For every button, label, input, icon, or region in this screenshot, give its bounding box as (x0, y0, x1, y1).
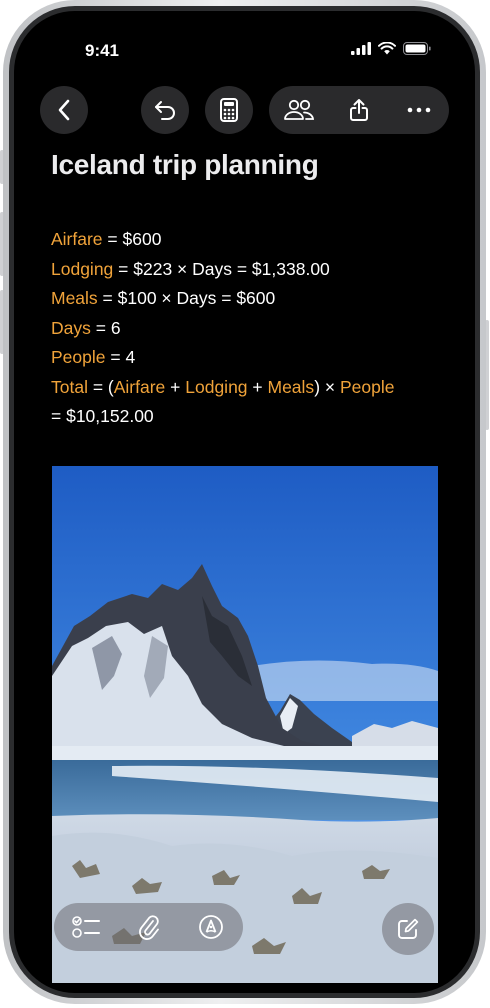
variable-people: People (51, 347, 106, 367)
expression-people: = 4 (105, 347, 136, 367)
total-text-2: + (165, 376, 186, 397)
battery-icon (403, 42, 431, 55)
calculator-button[interactable] (205, 86, 253, 134)
expression-airfare: = $600 (102, 229, 162, 249)
attachment-button[interactable] (124, 903, 174, 951)
compose-icon (398, 918, 419, 939)
total-text-4: ) × (314, 376, 340, 397)
checklist-button[interactable] (62, 903, 112, 951)
ellipsis-icon (407, 107, 431, 113)
total-ref-airfare: Airfare (113, 376, 166, 397)
calculator-icon (220, 98, 238, 122)
calc-line-meals: Meals = $100 × Days = $600 (51, 284, 394, 314)
undo-button[interactable] (141, 86, 189, 134)
share-button[interactable] (331, 86, 387, 134)
variable-airfare: Airfare (51, 229, 103, 249)
note-actions-pill (269, 86, 449, 134)
status-icons (351, 42, 431, 55)
variable-lodging: Lodging (51, 258, 114, 279)
total-text-3: + (247, 376, 268, 397)
expression-days: = 6 (90, 317, 121, 338)
expression-lodging: = $223 × Days = $1,338.00 (113, 258, 330, 279)
variable-total: Total (51, 376, 88, 397)
calc-line-people: People = 4 (51, 343, 394, 373)
collaborate-button[interactable] (271, 86, 327, 134)
pen-tip-icon (199, 915, 223, 939)
total-text-1: = ( (87, 376, 114, 397)
share-icon (350, 99, 368, 121)
people-icon (284, 99, 314, 120)
calc-line-total: Total = (Airfare + Lodging + Meals) × Pe… (51, 373, 394, 403)
status-time: 9:41 (84, 41, 120, 60)
variable-days: Days (51, 317, 91, 338)
phone-screen: 9:41 Iceland trip planning Airfare = $60… (14, 11, 475, 993)
calc-result-total: = $10,152.00 (51, 406, 154, 426)
calc-line-lodging: Lodging = $223 × Days = $1,338.00 (51, 255, 394, 285)
checklist-icon (72, 916, 100, 938)
note-title: Iceland trip planning (51, 149, 319, 180)
back-button[interactable] (40, 86, 88, 134)
wifi-icon (378, 42, 396, 55)
math-notes-block[interactable]: Airfare = $600 Lodging = $223 × Days = $… (51, 225, 394, 432)
calc-line-days: Days = 6 (51, 314, 394, 344)
markup-button[interactable] (186, 903, 236, 951)
new-note-button[interactable] (382, 903, 434, 955)
bottom-tools-pill (54, 903, 243, 951)
undo-icon (155, 101, 175, 120)
more-button[interactable] (391, 86, 447, 134)
calc-line-airfare: Airfare = $600 (51, 225, 394, 255)
variable-meals: Meals (51, 288, 98, 308)
paperclip-icon (139, 915, 159, 940)
total-ref-people: People (339, 376, 395, 397)
cellular-signal-icon (351, 42, 371, 55)
expression-meals: = $100 × Days = $600 (97, 288, 276, 308)
total-ref-meals: Meals (267, 376, 315, 397)
chevron-left-icon (58, 99, 70, 121)
total-ref-lodging: Lodging (185, 376, 248, 397)
